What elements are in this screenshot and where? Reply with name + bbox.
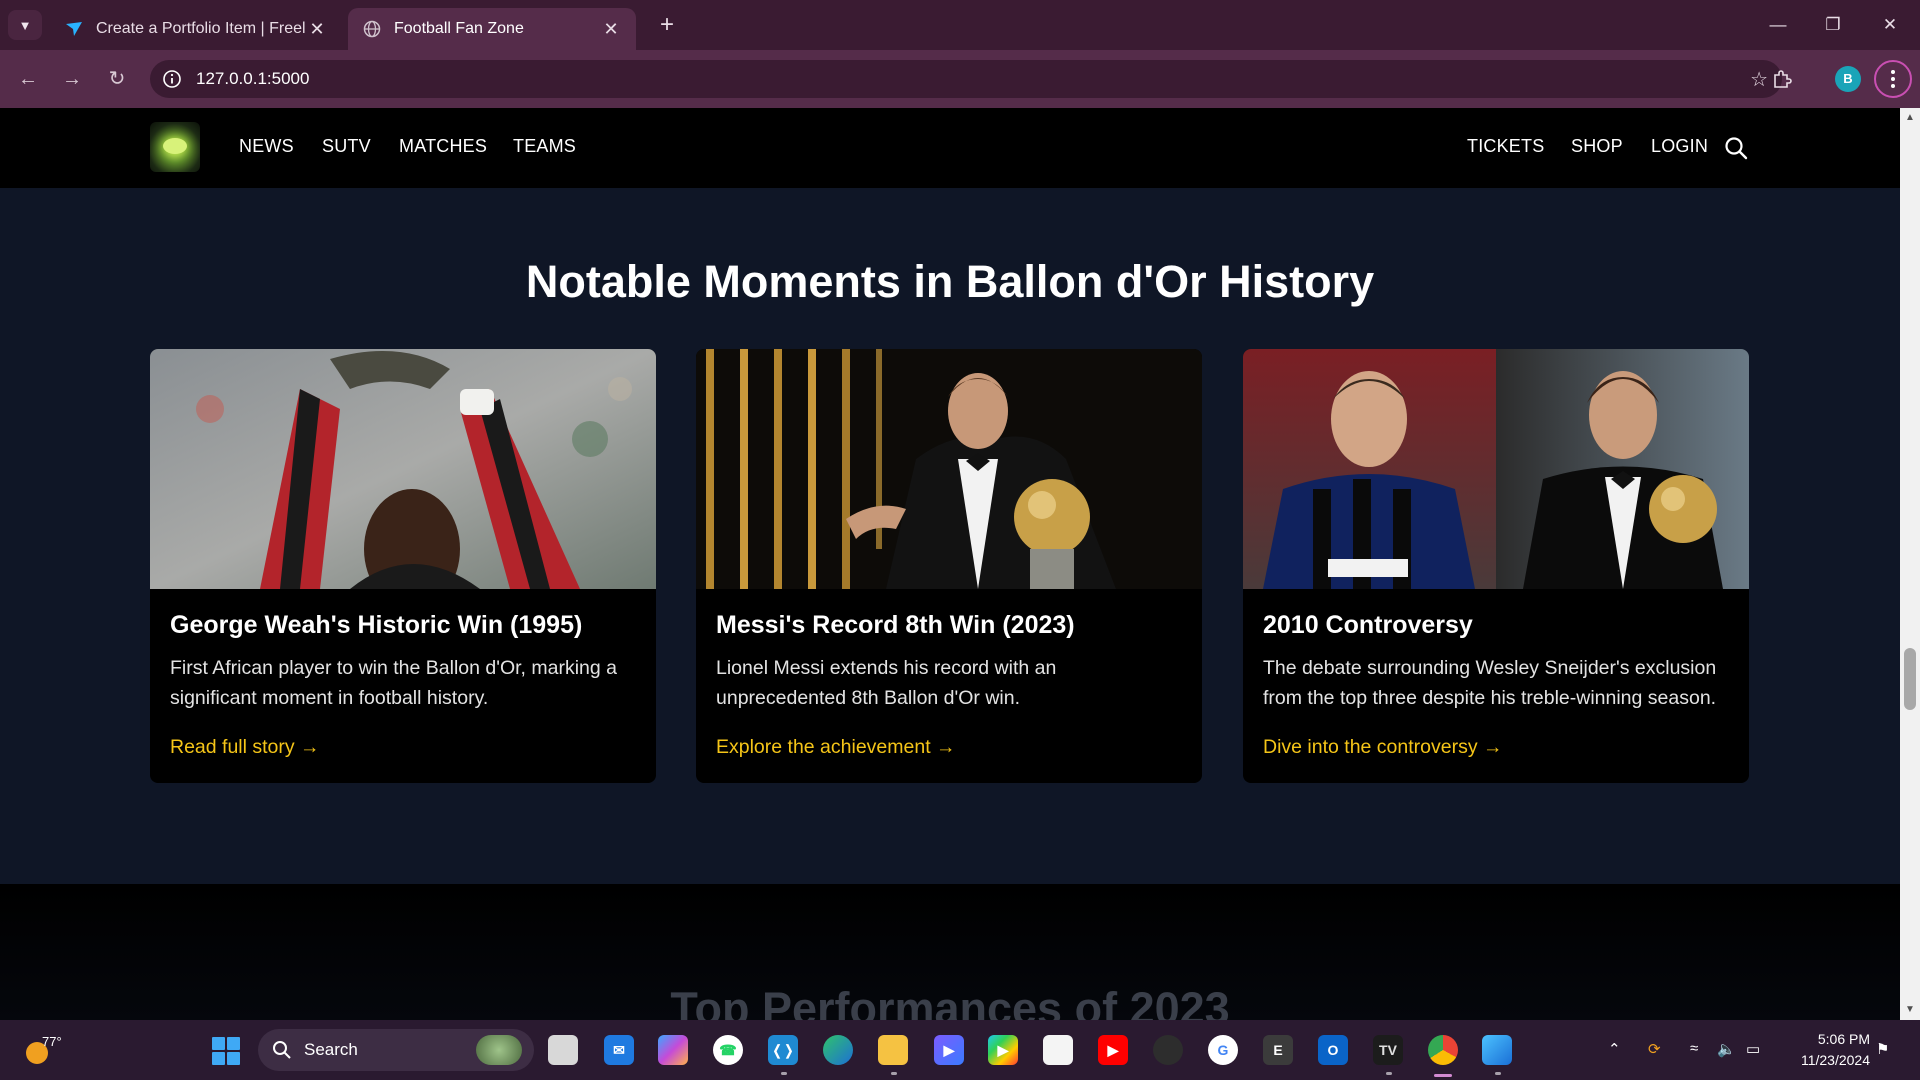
volume-icon[interactable]: 🔈 <box>1717 1040 1736 1058</box>
nav-sutv[interactable]: SUTV <box>322 136 371 157</box>
browser-tab-football-fan-zone[interactable]: Football Fan Zone ✕ <box>348 8 636 50</box>
outlook-icon[interactable]: O <box>1318 1035 1348 1065</box>
globe-app-icon[interactable] <box>1153 1035 1183 1065</box>
card-description: First African player to win the Ballon d… <box>170 657 617 709</box>
site-logo[interactable] <box>150 122 200 172</box>
nav-teams[interactable]: TEAMS <box>513 136 576 157</box>
sync-icon[interactable]: ⟳ <box>1648 1040 1661 1058</box>
messi-ballon-dor-photo <box>696 349 1202 589</box>
card-description: The debate surrounding Wesley Sneijder's… <box>1263 657 1717 709</box>
site-header: NEWS SUTV MATCHES TEAMS TICKETS SHOP LOG… <box>0 108 1900 188</box>
browser-tab-strip: ▼ Create a Portfolio Item | Freelan ✕ Fo… <box>0 0 1920 50</box>
clock-date: 11/23/2024 <box>1800 1052 1870 1068</box>
new-tab-button[interactable]: + <box>652 11 682 41</box>
weather-temperature: 77° <box>42 1034 62 1049</box>
section-title: Notable Moments in Ballon d'Or History <box>525 256 1375 307</box>
page-viewport: NEWS SUTV MATCHES TEAMS TICKETS SHOP LOG… <box>0 108 1900 1020</box>
browser-toolbar: ← → ↻ 127.0.0.1:5000 ☆ <box>0 50 1920 108</box>
windows-start-icon[interactable] <box>212 1037 240 1065</box>
read-full-story-link[interactable]: Read full story → <box>170 736 320 759</box>
forward-arrow-icon[interactable]: → <box>56 63 88 95</box>
notepad-icon[interactable] <box>1043 1035 1073 1065</box>
nav-tickets[interactable]: TICKETS <box>1467 136 1544 157</box>
card-description: Lionel Messi extends his record with an … <box>716 657 1057 709</box>
nav-shop[interactable]: SHOP <box>1571 136 1623 157</box>
wifi-icon[interactable]: ≈ <box>1690 1040 1698 1057</box>
next-section-title: Top Performances of 2023 <box>670 983 1230 1020</box>
edge-icon[interactable] <box>823 1035 853 1065</box>
notification-bell-icon[interactable]: ⚑ <box>1876 1040 1889 1058</box>
card-title: George Weah's Historic Win (1995) <box>170 611 583 639</box>
system-clock[interactable]: 5:06 PM 11/23/2024 <box>1780 1029 1870 1071</box>
search-icon[interactable] <box>1724 136 1748 160</box>
close-icon[interactable]: ✕ <box>306 19 328 40</box>
scroll-up-arrow-icon[interactable]: ▲ <box>1900 110 1920 126</box>
clock-time: 5:06 PM <box>1817 1031 1870 1047</box>
nav-login[interactable]: LOGIN <box>1651 136 1708 157</box>
photos-icon[interactable] <box>1482 1035 1512 1065</box>
moment-card: Messi's Record 8th Win (2023) Lionel Mes… <box>696 349 1202 783</box>
reload-icon[interactable]: ↻ <box>101 63 133 95</box>
sneijder-messi-photo <box>1243 349 1749 589</box>
nav-matches[interactable]: MATCHES <box>399 136 487 157</box>
tab-title: Create a Portfolio Item | Freelan <box>96 20 306 37</box>
moment-card: George Weah's Historic Win (1995) First … <box>150 349 656 783</box>
play-store-icon[interactable]: ▶ <box>988 1035 1018 1065</box>
site-info-icon[interactable] <box>160 67 184 91</box>
dive-into-controversy-link[interactable]: Dive into the controversy → <box>1263 736 1503 759</box>
task-view-icon[interactable] <box>548 1035 578 1065</box>
page-scrollbar[interactable]: ▲ ▼ <box>1900 108 1920 1020</box>
battery-icon[interactable]: ▭ <box>1746 1040 1760 1058</box>
youtube-icon[interactable]: ▶ <box>1098 1035 1128 1065</box>
globe-icon <box>362 19 382 39</box>
mail-icon[interactable]: ✉ <box>604 1035 634 1065</box>
moment-card: 2010 Controversy The debate surrounding … <box>1243 349 1749 783</box>
profile-avatar[interactable]: B <box>1835 66 1861 92</box>
extensions-puzzle-icon[interactable] <box>1766 63 1798 95</box>
minimize-icon[interactable]: — <box>1758 10 1798 40</box>
chevron-up-icon[interactable]: ⌃ <box>1608 1040 1621 1058</box>
explore-achievement-link[interactable]: Explore the achievement → <box>716 736 956 759</box>
freelancer-favicon-icon <box>64 19 84 39</box>
windows-taskbar: 77° Search ✉ ☎ ❬❭ ▶ ▶ ▶ G E O TV ⌃ ⟳ ≈ 🔈… <box>0 1020 1920 1080</box>
google-icon[interactable]: G <box>1208 1035 1238 1065</box>
tab-search-button[interactable]: ▼ <box>8 10 42 40</box>
whatsapp-icon[interactable]: ☎ <box>713 1035 743 1065</box>
url-text: 127.0.0.1:5000 <box>196 69 310 88</box>
nav-news[interactable]: NEWS <box>239 136 294 157</box>
app-e-icon[interactable]: E <box>1263 1035 1293 1065</box>
vscode-icon[interactable]: ❬❭ <box>768 1035 798 1065</box>
george-weah-photo <box>150 349 656 589</box>
chevron-down-icon: ▼ <box>18 17 32 33</box>
tv-app-icon[interactable]: TV <box>1373 1035 1403 1065</box>
card-title: 2010 Controversy <box>1263 611 1473 639</box>
scroll-down-arrow-icon[interactable]: ▼ <box>1900 1002 1920 1018</box>
close-window-icon[interactable]: ✕ <box>1870 10 1910 40</box>
close-icon[interactable]: ✕ <box>600 19 622 40</box>
copilot-icon[interactable] <box>658 1035 688 1065</box>
search-highlight-icon <box>476 1035 522 1065</box>
restore-icon[interactable]: ❐ <box>1813 10 1853 40</box>
back-arrow-icon[interactable]: ← <box>12 63 44 95</box>
stream-app-icon[interactable]: ▶ <box>934 1035 964 1065</box>
taskbar-search[interactable]: Search <box>258 1029 534 1071</box>
browser-tab-freelancer[interactable]: Create a Portfolio Item | Freelan ✕ <box>50 8 342 50</box>
chrome-icon[interactable] <box>1428 1035 1458 1065</box>
scrollbar-thumb[interactable] <box>1904 648 1916 710</box>
address-bar[interactable]: 127.0.0.1:5000 ☆ <box>150 60 1782 98</box>
tab-title: Football Fan Zone <box>394 20 524 37</box>
taskbar-search-label: Search <box>304 1040 358 1059</box>
browser-menu-kebab-icon[interactable] <box>1874 60 1912 98</box>
search-icon <box>272 1040 292 1060</box>
card-title: Messi's Record 8th Win (2023) <box>716 611 1075 639</box>
active-app-indicator <box>1434 1074 1452 1077</box>
weather-widget[interactable]: 77° <box>20 1032 64 1068</box>
file-explorer-icon[interactable] <box>878 1035 908 1065</box>
